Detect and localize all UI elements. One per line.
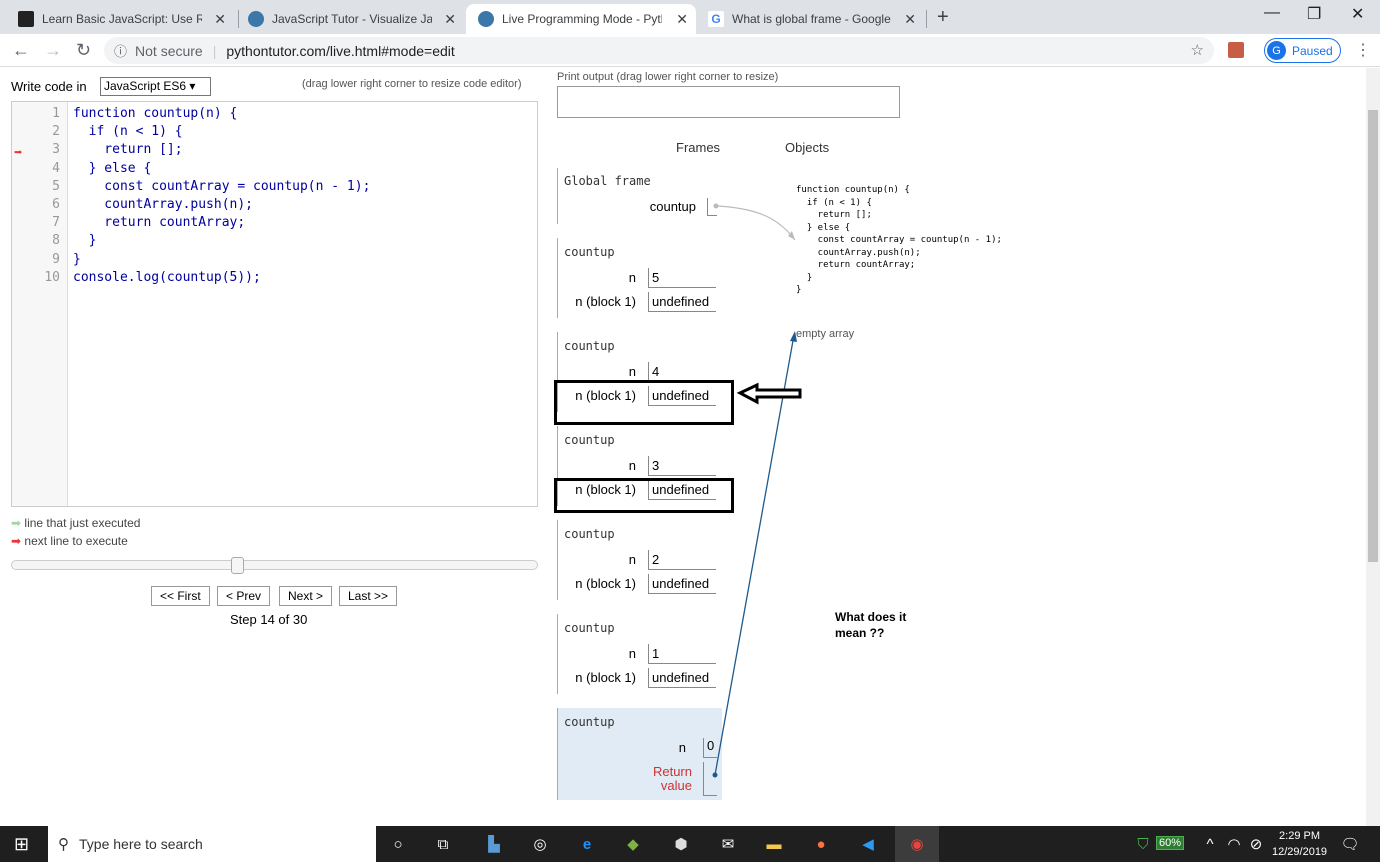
function-pointer-dot [713, 203, 719, 209]
edge-icon[interactable]: e [577, 834, 597, 854]
search-icon: ⚲ [58, 836, 69, 853]
function-pointer-arrow [715, 205, 796, 241]
battery-indicator[interactable]: 60% [1156, 836, 1185, 850]
annotation-text: What does it mean ?? [835, 609, 906, 641]
annotation-line: mean ?? [835, 626, 885, 640]
taskbar: ⊞ ⚲ Type here to search ○ ⧉ ▙ ◎ e ◆ ⬢ ✉ … [0, 826, 1380, 862]
mail-icon[interactable]: ✉ [718, 834, 738, 854]
search-placeholder: Type here to search [79, 836, 203, 852]
volume-icon[interactable]: ⊘ [1246, 834, 1266, 854]
clock[interactable]: 2:29 PM 12/29/2019 [1272, 828, 1327, 860]
chrome-icon[interactable]: ◉ [907, 834, 927, 854]
file-explorer-icon[interactable]: ▬ [764, 834, 784, 854]
task-view-icon[interactable]: ⧉ [433, 834, 453, 854]
clock-time: 2:29 PM [1279, 830, 1321, 842]
windows-start-icon[interactable]: ⊞ [14, 834, 29, 855]
chevron-up-icon[interactable]: ^ [1200, 834, 1220, 854]
clock-date: 12/29/2019 [1272, 846, 1328, 858]
highlight-box [554, 380, 734, 425]
annotation-line: What does it [835, 610, 907, 624]
pointer-arrows [712, 203, 802, 778]
taskbar-search[interactable]: ⚲ Type here to search [48, 826, 376, 862]
cortana-icon[interactable]: ○ [388, 834, 408, 854]
notifications-icon[interactable]: 🗨 [1340, 834, 1360, 854]
network-app-icon[interactable]: ▙ [484, 834, 504, 854]
highlight-box [554, 478, 734, 513]
return-pointer-head [790, 331, 797, 342]
vscode-icon[interactable]: ◀ [858, 834, 878, 854]
box-app-icon[interactable]: ⬢ [671, 834, 691, 854]
photos-icon[interactable]: ◆ [623, 834, 643, 854]
firefox-icon[interactable]: ● [811, 834, 831, 854]
return-pointer-dot [712, 772, 718, 778]
wifi-icon[interactable]: ◠ [1224, 834, 1244, 854]
security-icon[interactable]: ⛉ [1133, 834, 1153, 854]
davinci-icon[interactable]: ◎ [530, 834, 550, 854]
annotation-arrow [736, 382, 802, 405]
